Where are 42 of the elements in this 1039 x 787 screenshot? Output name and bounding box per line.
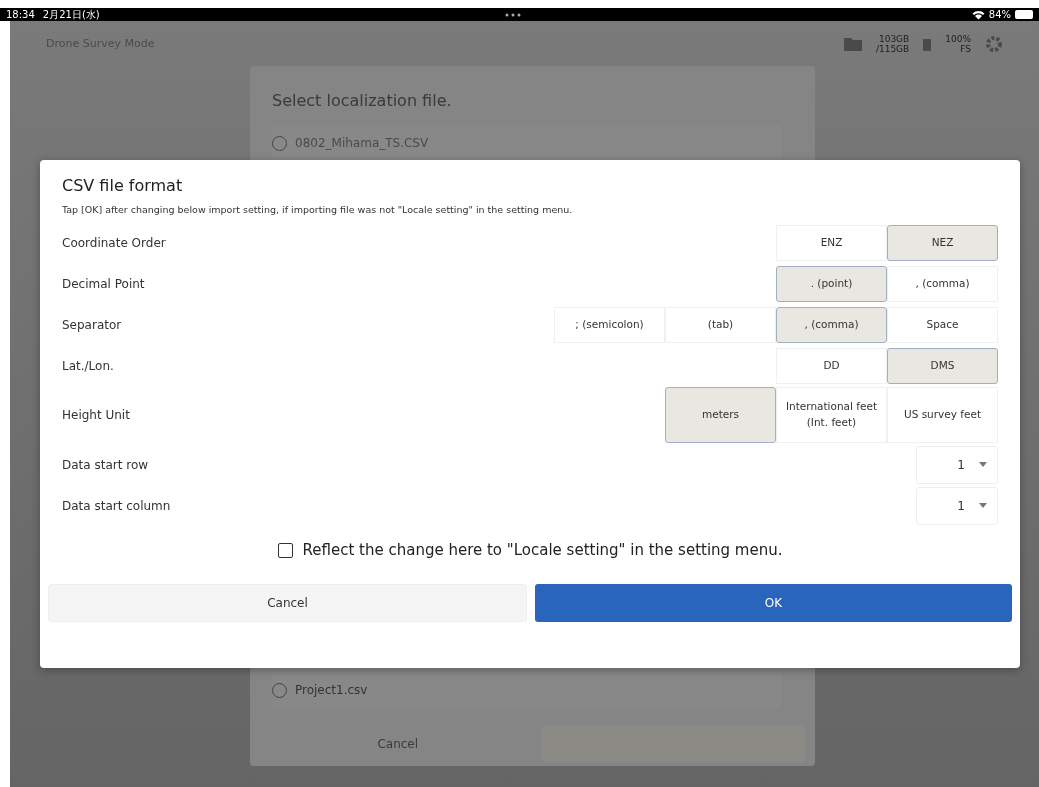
setting-label: Decimal Point [62,276,145,291]
checkbox[interactable] [277,542,293,558]
status-time: 18:34 [6,9,35,20]
settings-icon[interactable] [985,34,1003,53]
wifi-icon [971,9,985,20]
checkbox-label: Reflect the change here to "Locale setting" in the setting menu. [302,541,783,559]
option-button[interactable]: NEZ [887,224,998,261]
option-button[interactable]: International feet (Int. feet) [776,387,887,443]
option-button[interactable]: (tab) [665,306,776,343]
ok-button[interactable]: OK [535,584,1012,622]
option-button[interactable]: . (point) [776,265,887,302]
battery-percent: 84% [988,9,1011,20]
number-dropdown[interactable]: 1 [916,445,998,484]
setting-label: Coordinate Order [62,235,166,250]
option-button[interactable]: ; (semicolon) [554,306,665,343]
folder-icon[interactable] [843,36,862,51]
option-button[interactable]: , (comma) [776,306,887,343]
dialog-title: Select localization file. [271,90,453,112]
battery-icon [923,36,932,51]
setting-label: Data start column [62,498,171,513]
setting-label: Height Unit [62,408,130,422]
option-button[interactable]: DMS [887,347,998,384]
setting-label: Lat./Lon. [62,358,114,373]
setting-label: Separator [62,317,122,332]
instruction-text: Tap [OK] after changing below import setting, if importing file was not "Locale setting" in the setting menu. [61,204,574,217]
option-button[interactable]: DD [776,347,887,384]
storage-label: 103GB /115GB [875,33,910,54]
battery-icon [1015,10,1033,19]
caret-icon [979,462,987,467]
option-button[interactable]: US survey feet [887,387,998,443]
number-dropdown[interactable]: 1 [916,486,998,525]
option-button[interactable]: Space [887,306,998,343]
option-button[interactable]: ENZ [776,224,887,261]
cancel-button[interactable]: Cancel [48,584,527,622]
caret-icon [979,503,987,508]
status-date: 2月21日(水) [42,7,100,22]
option-button[interactable]: , (comma) [887,265,998,302]
option-button[interactable]: meters [665,387,776,443]
more-icon [505,13,521,17]
setting-label: Data start row [62,457,149,472]
dialog-title: CSV file format [61,175,184,197]
power-label: 100% FS [945,33,971,54]
